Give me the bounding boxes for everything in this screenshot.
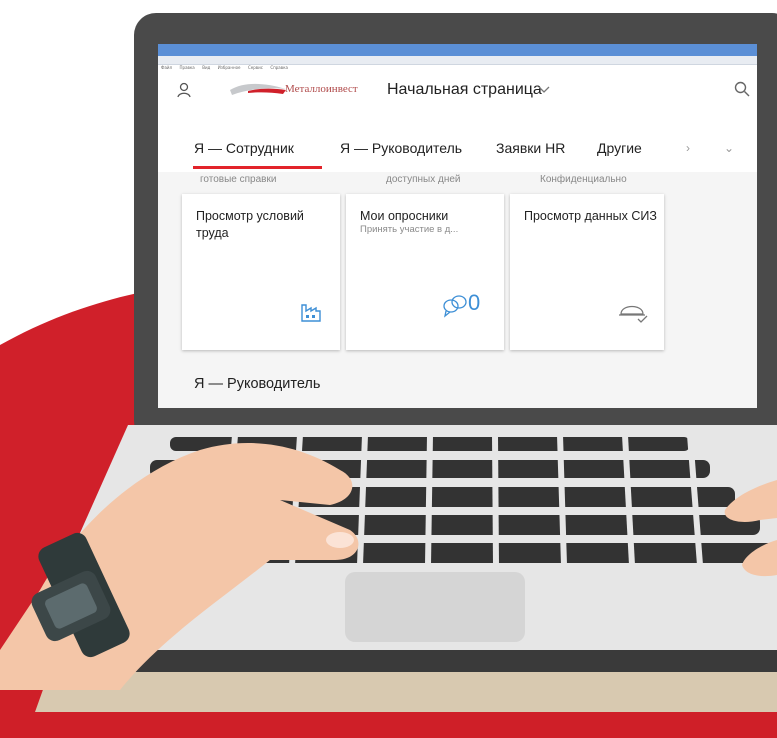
tile-title: Просмотр условий труда — [196, 209, 304, 240]
chevron-down-icon[interactable]: ⌄ — [724, 141, 734, 155]
logo-text: Металлоинвест — [285, 83, 358, 95]
tile-my-surveys[interactable]: Мои опросники Принять участие в д... 0 — [346, 194, 504, 350]
search-icon[interactable] — [734, 81, 750, 97]
tile-footer-text: доступных дней — [386, 174, 461, 185]
survey-icon — [443, 295, 467, 318]
browser-menubar: Файл Правка Вид Избранное Сервис Справка — [158, 56, 757, 70]
tab-other[interactable]: Другие — [597, 140, 642, 156]
browser-titlebar — [158, 44, 757, 56]
tile-footer-text: готовые справки — [200, 174, 277, 185]
chevron-down-icon[interactable] — [538, 86, 550, 94]
tile-title: Просмотр данных СИЗ — [524, 209, 657, 223]
page-title[interactable]: Начальная страница — [387, 81, 542, 99]
trackpad — [345, 572, 525, 642]
left-thumbnail — [326, 532, 354, 548]
survey-count: 0 — [468, 290, 481, 315]
user-icon[interactable] — [176, 82, 192, 98]
desk-edge — [35, 670, 777, 712]
tile-ppe-data[interactable]: Просмотр данных СИЗ — [510, 194, 664, 350]
section-heading-manager: Я — Руководитель — [194, 376, 321, 392]
app-header: Металлоинвест Начальная страница — [158, 72, 757, 108]
menu-item[interactable]: Сервис — [248, 65, 263, 70]
factory-icon — [301, 304, 321, 322]
tab-employee[interactable]: Я — Сотрудник — [194, 140, 294, 164]
tile-footer-text: Конфиденциально — [540, 174, 627, 185]
laptop-screen: Файл Правка Вид Избранное Сервис Справка… — [158, 44, 757, 408]
active-tab-indicator — [193, 166, 322, 169]
menu-item[interactable]: Правка — [180, 65, 195, 70]
tab-bar: Я — Сотрудник Я — Руководитель Заявки HR… — [158, 134, 757, 169]
tiles-area: готовые справки доступных дней Конфиденц… — [158, 172, 757, 408]
hard-hat-icon — [619, 305, 648, 323]
metalloinvest-logo[interactable] — [228, 81, 288, 99]
tile-working-conditions[interactable]: Просмотр условий труда — [182, 194, 340, 350]
tab-hr-requests[interactable]: Заявки HR — [496, 140, 565, 156]
chevron-right-icon[interactable]: › — [686, 141, 690, 155]
menu-item[interactable]: Избранное — [218, 65, 241, 70]
menu-item[interactable]: Файл — [161, 65, 172, 70]
tile-title: Мои опросники — [360, 209, 449, 223]
tile-subtitle: Принять участие в д... — [360, 224, 459, 235]
tab-manager[interactable]: Я — Руководитель — [340, 140, 462, 156]
menu-item[interactable]: Вид — [202, 65, 210, 70]
menu-item[interactable]: Справка — [270, 65, 288, 70]
